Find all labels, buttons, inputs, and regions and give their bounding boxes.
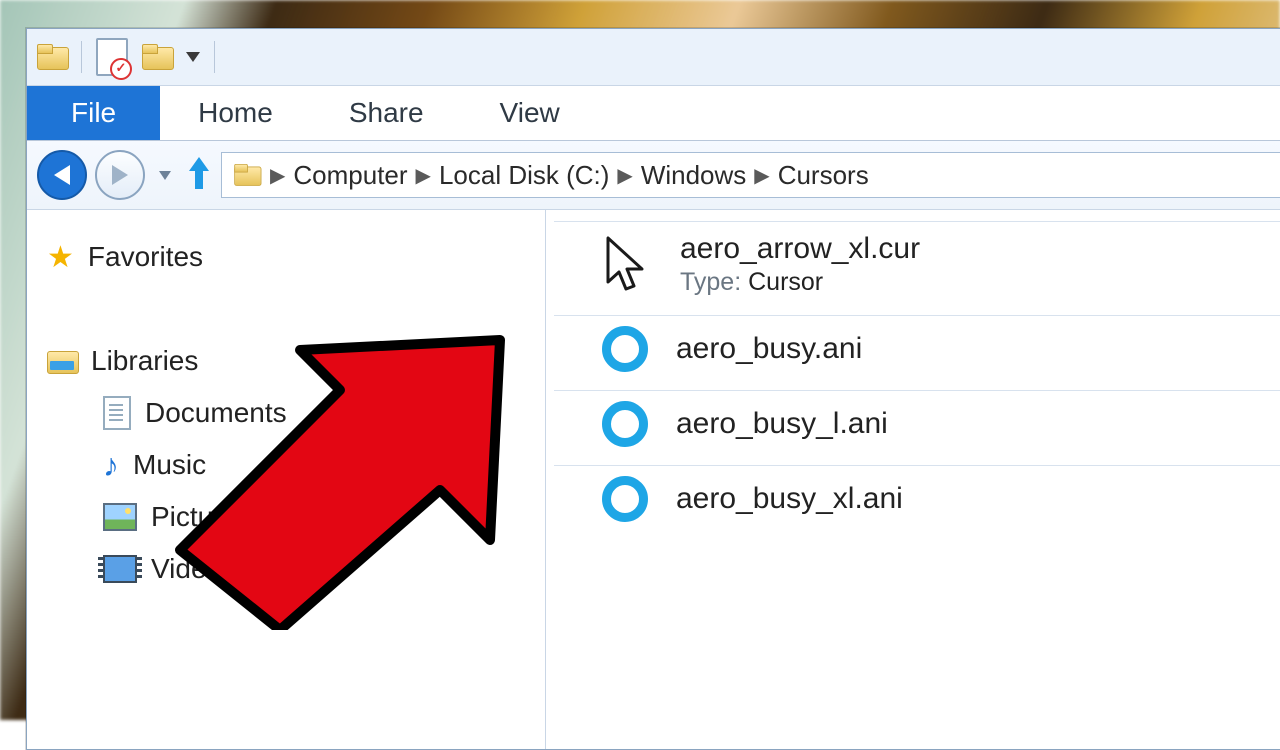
address-bar[interactable]: ▶ Computer ▶ Local Disk (C:) ▶ Windows ▶… [221,152,1280,198]
arrow-right-icon [112,165,128,185]
chevron-right-icon: ▶ [754,163,769,188]
navigation-pane: ★ Favorites Libraries Documents ♪ Music … [27,209,546,749]
sidebar-label: Libraries [91,345,198,377]
file-list: aero_arrow_xl.cur Type: Cursor aero_busy… [546,209,1280,749]
file-type: Type: Cursor [680,268,920,297]
navigation-bar: ▶ Computer ▶ Local Disk (C:) ▶ Windows ▶… [27,141,1280,210]
picture-icon [103,503,137,531]
music-icon: ♪ [103,447,119,484]
busy-ring-icon [602,326,648,372]
file-item[interactable]: aero_busy_xl.ani [546,466,1280,540]
sidebar-libraries[interactable]: Libraries [47,335,525,387]
history-dropdown-icon[interactable] [159,171,171,180]
file-name: aero_busy_l.ani [676,407,888,441]
arrow-left-icon [54,165,70,185]
back-button[interactable] [37,150,87,200]
chevron-right-icon: ▶ [416,163,431,188]
sidebar-label: Favorites [88,241,203,273]
separator [81,41,82,73]
sidebar-item-videos[interactable]: Videos [47,543,525,595]
sidebar-item-label: Documents [145,397,287,429]
sidebar-item-label: Pictures [151,501,252,533]
libraries-icon [47,348,77,374]
breadcrumb-segment[interactable]: Windows [641,160,746,191]
sidebar-item-label: Videos [151,553,236,585]
file-item[interactable]: aero_busy.ani [546,316,1280,390]
tab-share[interactable]: Share [311,86,462,140]
video-icon [103,555,137,583]
sidebar-favorites[interactable]: ★ Favorites [47,231,525,283]
breadcrumb-segment[interactable]: Computer [293,160,407,191]
file-item[interactable]: aero_busy_l.ani [546,391,1280,465]
folder-icon [234,164,260,186]
file-item[interactable]: aero_arrow_xl.cur Type: Cursor [546,222,1280,315]
sidebar-item-label: Music [133,449,206,481]
explorer-window: File Home Share View ▶ Computer ▶ Local … [26,28,1280,750]
busy-ring-icon [602,401,648,447]
cursor-icon [602,234,652,296]
ribbon-tabs: File Home Share View [27,86,1280,141]
quick-access-toolbar [27,29,1280,86]
chevron-right-icon: ▶ [270,163,285,188]
spacer [47,283,525,335]
separator [214,41,215,73]
sidebar-item-documents[interactable]: Documents [47,387,525,439]
tab-file[interactable]: File [27,86,160,140]
chevron-right-icon: ▶ [617,163,632,188]
explorer-body: ★ Favorites Libraries Documents ♪ Music … [27,209,1280,749]
qat-dropdown-icon[interactable] [186,52,200,62]
forward-button[interactable] [95,150,145,200]
file-name: aero_busy_xl.ani [676,482,903,516]
breadcrumb-segment[interactable]: Cursors [778,160,869,191]
document-icon [103,396,131,430]
properties-icon[interactable] [96,38,128,76]
tab-home[interactable]: Home [160,86,311,140]
file-name: aero_busy.ani [676,332,862,366]
up-button[interactable] [185,157,213,193]
sidebar-item-pictures[interactable]: Pictures [47,491,525,543]
file-name: aero_arrow_xl.cur [680,232,920,266]
busy-ring-icon [602,476,648,522]
breadcrumb-segment[interactable]: Local Disk (C:) [439,160,609,191]
tab-view[interactable]: View [462,86,598,140]
app-folder-icon [37,44,67,70]
new-folder-icon[interactable] [142,44,172,70]
star-icon: ★ [47,240,74,275]
sidebar-item-music[interactable]: ♪ Music [47,439,525,491]
